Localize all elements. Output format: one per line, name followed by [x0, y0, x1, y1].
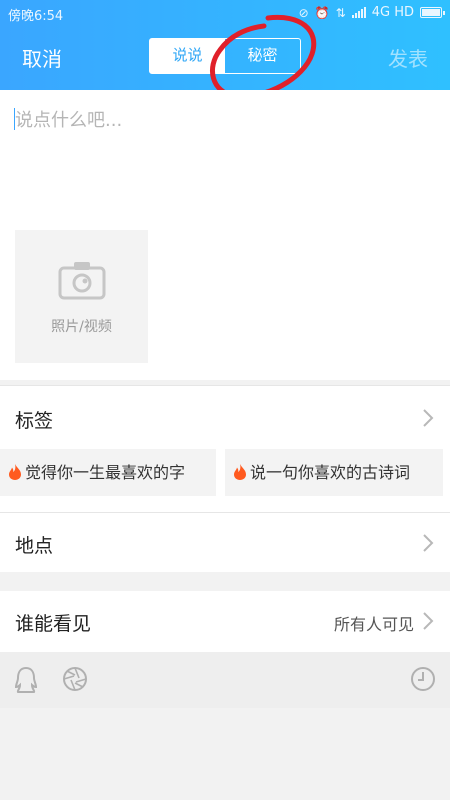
compose-area: 照片/视频 [0, 90, 450, 380]
flame-icon [9, 464, 21, 480]
flame-icon [234, 464, 246, 480]
visibility-row[interactable]: 谁能看见 所有人可见 [0, 591, 450, 652]
tags-title: 标签 [15, 410, 54, 432]
add-media-button[interactable]: 照片/视频 [15, 230, 148, 363]
data-transfer-icon: ⇅ [335, 5, 346, 20]
top-bar: 傍晚6:54 ⊘ ⏰ ⇅ 4G HD 取消 说说 秘密 发表 [0, 0, 450, 90]
cancel-button[interactable]: 取消 [22, 43, 62, 72]
aperture-icon[interactable] [62, 666, 88, 692]
location-title: 地点 [15, 535, 54, 557]
camera-icon [58, 262, 106, 300]
alarm-icon: ⏰ [314, 5, 330, 20]
chevron-right-icon[interactable] [422, 408, 434, 428]
visibility-value: 所有人可见 [333, 615, 414, 634]
tab-secret[interactable]: 秘密 [225, 39, 300, 73]
chevron-right-icon [423, 534, 434, 552]
network-label: 4G HD [371, 5, 414, 20]
status-time: 傍晚6:54 [8, 9, 64, 24]
post-type-toggle: 说说 秘密 [149, 38, 301, 74]
visibility-title: 谁能看见 [15, 613, 92, 635]
tag-suggestion-1[interactable]: 觉得你一生最喜欢的字 [0, 449, 216, 496]
tag-suggestion-2-label: 说一句你喜欢的古诗词 [250, 463, 411, 482]
post-text-input[interactable] [15, 106, 435, 216]
nfc-icon: ⊘ [298, 5, 309, 20]
media-label: 照片/视频 [51, 319, 112, 335]
tag-suggestion-1-label: 觉得你一生最喜欢的字 [25, 463, 186, 482]
bottom-toolbar [0, 652, 450, 708]
tab-shuoshuo[interactable]: 说说 [150, 39, 225, 73]
battery-icon [420, 7, 445, 18]
publish-button[interactable]: 发表 [388, 43, 428, 72]
status-icons: ⊘ ⏰ ⇅ 4G HD [298, 5, 445, 20]
clock-icon[interactable] [410, 666, 436, 692]
location-row[interactable]: 地点 [0, 513, 450, 572]
signal-icon [351, 7, 366, 18]
qq-emoji-icon[interactable] [14, 666, 38, 694]
text-cursor [14, 108, 15, 130]
status-bar: 傍晚6:54 ⊘ ⏰ ⇅ 4G HD [0, 0, 450, 26]
chevron-right-icon [423, 612, 434, 630]
tag-suggestion-2[interactable]: 说一句你喜欢的古诗词 [225, 449, 443, 496]
